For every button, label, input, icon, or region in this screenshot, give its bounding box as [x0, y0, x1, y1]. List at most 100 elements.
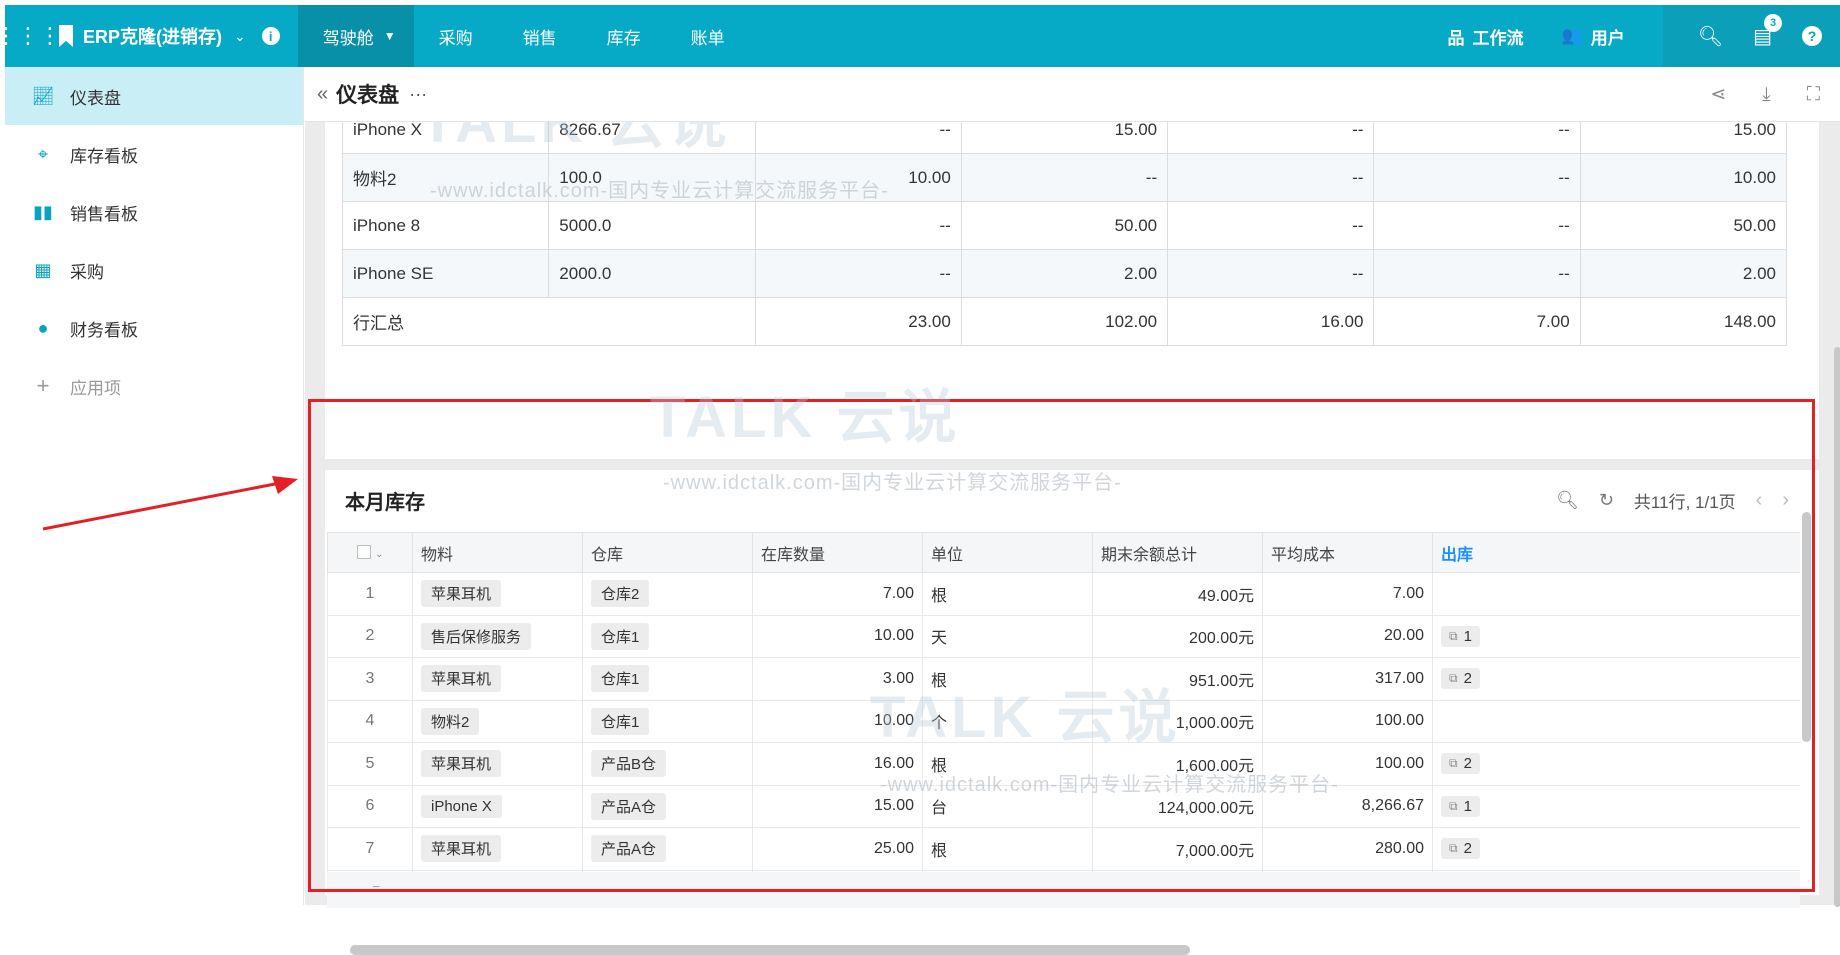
warehouse-cell: 仓库2: [582, 572, 753, 616]
table-row[interactable]: 6 iPhone X 产品A仓 15.00 台 124,000.00元 8,266.67 ⧉ 1: [327, 784, 1800, 828]
column-header[interactable]: 单位: [922, 532, 1093, 573]
qty-cell: 10.00: [752, 614, 923, 658]
horizontal-scrollbar[interactable]: [350, 945, 1190, 955]
outbound-link[interactable]: ⧉ 2: [1441, 838, 1480, 860]
next-page-icon[interactable]: ›: [1782, 489, 1789, 512]
collapse-icon[interactable]: «: [317, 83, 328, 106]
help-icon[interactable]: ?: [1802, 26, 1822, 46]
users-icon: 👥: [1561, 26, 1583, 45]
item-tag[interactable]: 物料2: [421, 707, 480, 735]
table-row[interactable]: 3 苹果耳机 仓库1 3.00 根 951.00元 317.00 ⧉ 2: [327, 657, 1800, 701]
table-vertical-scrollbar[interactable]: [1802, 512, 1811, 742]
warehouse-tag[interactable]: 仓库1: [591, 707, 650, 735]
card-tools: 🔍︎ ↻ 共11行, 1/1页 ‹ ›: [1556, 470, 1789, 530]
row-index: 7: [327, 827, 413, 871]
app-switcher[interactable]: ERP克隆(进销存) ⌄ i: [51, 5, 280, 67]
page-vertical-scrollbar[interactable]: [1834, 347, 1840, 907]
top-icon-group: 🔍︎ ▤ 3 ?: [1662, 5, 1840, 67]
qty-cell: 16.00: [752, 742, 923, 786]
sidebar-item-label: 仪表盘: [70, 88, 121, 108]
nav-bills[interactable]: 账单: [666, 5, 750, 67]
column-header[interactable]: 期末余额总计: [1092, 532, 1263, 573]
search-icon[interactable]: 🔍︎: [1698, 24, 1723, 49]
outbound-cell: [1432, 572, 1800, 616]
item-cell: 苹果耳机: [412, 742, 583, 786]
column-header[interactable]: 出库: [1432, 532, 1800, 573]
nav-inventory[interactable]: 库存: [582, 5, 666, 67]
sidebar-item-purchase[interactable]: ▦ 采购: [5, 241, 303, 299]
outbound-count: 2: [1463, 755, 1472, 773]
workflow-icon: 品: [1447, 28, 1465, 48]
users-link[interactable]: 👥 用户: [1562, 24, 1625, 49]
pivot-cell: 10.00: [754, 153, 962, 202]
table-row[interactable]: 7 苹果耳机 产品A仓 25.00 根 7,000.00元 280.00 ⧉ 2: [327, 827, 1800, 871]
column-header[interactable]: 平均成本: [1262, 532, 1433, 573]
warehouse-tag[interactable]: 产品A仓: [591, 835, 667, 863]
outbound-link[interactable]: ⧉ 1: [1441, 625, 1480, 647]
more-icon[interactable]: ···: [409, 84, 427, 105]
select-all-checkbox[interactable]: [356, 545, 371, 560]
warehouse-tag[interactable]: 产品B仓: [591, 750, 667, 778]
apps-grid-icon[interactable]: ⋮⋮⋮: [0, 5, 61, 67]
pivot-total-label: 行汇总: [342, 297, 756, 346]
select-all[interactable]: ⌄: [327, 532, 413, 573]
outbound-count: 2: [1463, 670, 1472, 688]
card-title: 本月库存: [345, 491, 425, 514]
info-icon[interactable]: i: [261, 27, 280, 45]
nav-cockpit[interactable]: 驾驶舱 ▼: [297, 5, 414, 67]
pivot-cell: 8266.67: [548, 122, 756, 154]
item-tag[interactable]: 苹果耳机: [421, 835, 502, 863]
warehouse-tag[interactable]: 仓库1: [591, 622, 650, 650]
balance-cell: 1,600.00元: [1092, 742, 1263, 786]
column-header[interactable]: 在库数量: [752, 532, 923, 573]
outbound-link[interactable]: ⧉ 2: [1441, 753, 1480, 775]
warehouse-tag[interactable]: 仓库1: [591, 665, 650, 693]
pivot-cell: --: [1373, 201, 1581, 250]
caret-down-icon: ▼: [383, 29, 396, 43]
column-header[interactable]: 物料: [412, 532, 583, 573]
column-header[interactable]: 仓库: [582, 532, 753, 573]
fullscreen-icon[interactable]: ⛶: [1807, 84, 1820, 106]
pivot-card: iPhone X 8266.67 -- 15.00 -- -- 15.00 物料…: [325, 122, 1819, 459]
item-tag[interactable]: 苹果耳机: [421, 580, 502, 608]
nav-sales[interactable]: 销售: [498, 5, 582, 67]
item-tag[interactable]: 苹果耳机: [421, 750, 502, 778]
item-tag[interactable]: 苹果耳机: [421, 665, 502, 693]
qty-cell: 25.00: [752, 827, 923, 871]
outbound-link[interactable]: ⧉ 1: [1441, 795, 1480, 817]
table-row[interactable]: 5 苹果耳机 产品B仓 16.00 根 1,600.00元 100.00 ⧉ 2: [327, 742, 1800, 786]
share-icon[interactable]: ⋖: [1710, 83, 1726, 106]
workflow-link[interactable]: 品 工作流: [1448, 24, 1524, 49]
table-row[interactable]: 4 物料2 仓库1 10.00 个 1,000.00元 100.00: [327, 699, 1800, 743]
search-icon[interactable]: 🔍︎: [1556, 490, 1579, 511]
download-icon[interactable]: ⤓: [1762, 84, 1770, 106]
table-row[interactable]: 2 售后保修服务 仓库1 10.00 天 200.00元 20.00 ⧉ 1: [327, 614, 1800, 658]
warehouse-tag[interactable]: 仓库2: [591, 580, 650, 608]
unit-cell: 根: [922, 742, 1093, 786]
outbound-cell: ⧉ 2: [1432, 657, 1800, 701]
sidebar-item-sales-board[interactable]: ▮▮ 销售看板: [5, 183, 303, 241]
sidebar-item-dashboard[interactable]: 📈︎ 仪表盘: [5, 67, 303, 125]
notifications-icon[interactable]: ▤ 3: [1753, 13, 1782, 49]
pivot-cell: --: [754, 201, 962, 250]
nav-purchase[interactable]: 采购: [414, 5, 498, 67]
pivot-cell: 23.00: [754, 297, 962, 346]
balance-cell: 951.00元: [1092, 657, 1263, 701]
sidebar-item-inventory-board[interactable]: ⌖ 库存看板: [5, 125, 303, 183]
sidebar-add-app-item[interactable]: + 应用项: [5, 357, 303, 415]
pivot-cell: 2.00: [960, 249, 1169, 298]
item-tag[interactable]: 售后保修服务: [421, 622, 532, 650]
item-tag[interactable]: iPhone X: [421, 794, 502, 818]
piggy-bank-icon: ●: [37, 317, 49, 338]
warehouse-tag[interactable]: 产品A仓: [591, 792, 667, 820]
sidebar-item-finance-board[interactable]: ● 财务看板: [5, 299, 303, 357]
link-icon: ⧉: [1449, 671, 1458, 686]
link-icon: ⧉: [1449, 756, 1458, 771]
refresh-icon[interactable]: ↻: [1599, 490, 1614, 511]
table-row[interactable]: 1 苹果耳机 仓库2 7.00 根 49.00元 7.00: [327, 572, 1800, 616]
prev-page-icon[interactable]: ‹: [1756, 489, 1763, 512]
page-header: « 仪表盘 ··· ⋖ ⤓ ⛶: [305, 67, 1840, 122]
outbound-link[interactable]: ⧉ 2: [1441, 668, 1480, 690]
table-row: 物料2 100.0 10.00 -- -- -- 10.00: [341, 153, 1788, 202]
warehouse-cell: 仓库1: [582, 614, 753, 658]
